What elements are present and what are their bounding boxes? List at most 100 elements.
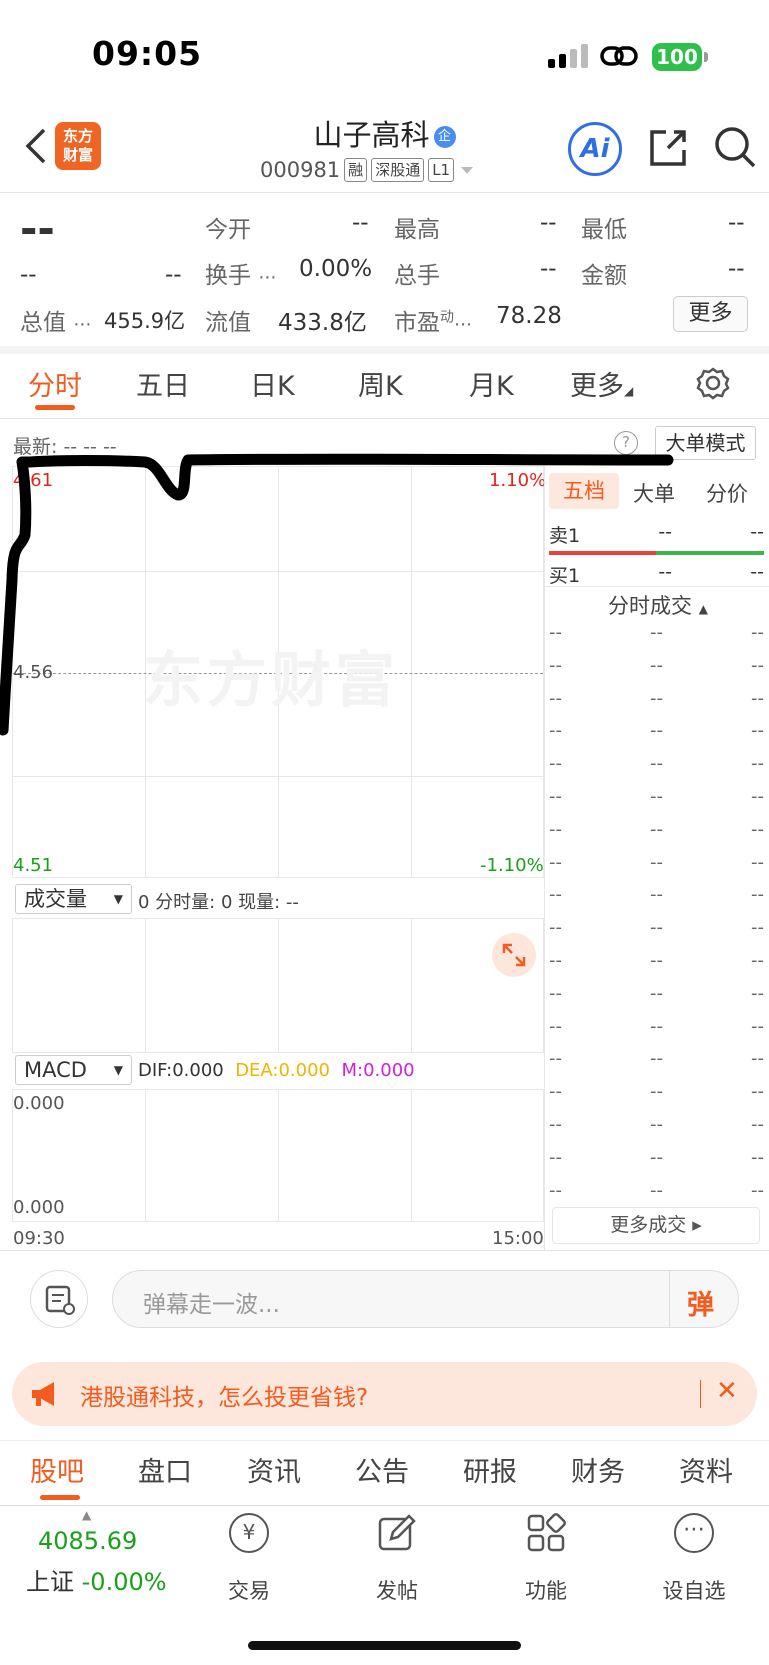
volume-selector[interactable]: 成交量 ▼ <box>15 884 132 914</box>
bottom-tab-underline <box>40 1495 80 1500</box>
caret-down-icon <box>461 167 474 174</box>
high-value: -- <box>540 210 557 236</box>
change-pct: -- <box>165 262 182 288</box>
macd-y-top: 0.000 <box>13 1093 65 1114</box>
index-row[interactable]: 上证 -0.00% <box>26 1562 167 1597</box>
features-icon[interactable] <box>526 1513 566 1553</box>
trade-row: -- -- -- <box>549 1179 764 1201</box>
tab-big-order[interactable]: 大单 <box>633 478 675 508</box>
trade-row: -- -- -- <box>549 687 764 709</box>
trade-row: -- -- -- <box>549 818 764 840</box>
trade-row: -- -- -- <box>549 654 764 676</box>
trade-row: -- -- -- <box>549 950 764 971</box>
danmaku-input[interactable]: 弹幕走一波... 弹 <box>112 1270 739 1328</box>
trade-row: -- -- -- <box>549 1146 764 1168</box>
stock-code: 000981 <box>260 158 341 182</box>
nav-add-watchlist[interactable]: 设自选 <box>644 1575 744 1605</box>
tag-connect: 深股通 <box>371 158 425 182</box>
settings-icon[interactable] <box>696 366 730 400</box>
pe-value: 78.28 <box>496 303 562 329</box>
tab-news[interactable]: 资讯 <box>247 1450 301 1489</box>
danmaku-send-button[interactable]: 弹 <box>687 1283 714 1322</box>
current-price: -- <box>20 204 55 253</box>
tab-forum[interactable]: 股吧 <box>30 1450 84 1489</box>
tag-level: L1 <box>428 158 455 182</box>
turnover-value: 0.00% <box>299 256 373 282</box>
more-quote-button[interactable]: 更多 <box>673 296 748 332</box>
tab-price-distribution[interactable]: 分价 <box>706 478 748 508</box>
volume-label: 总手 <box>394 263 440 289</box>
home-indicator <box>248 1641 521 1650</box>
tab-finance[interactable]: 财务 <box>571 1450 625 1489</box>
open-label: 今开 <box>205 217 251 243</box>
tab-weekly-k[interactable]: 周K <box>358 364 403 403</box>
low-value: -- <box>728 210 745 236</box>
amount-value: -- <box>728 256 745 282</box>
tab-monthly-k[interactable]: 月K <box>469 364 514 403</box>
trade-row: -- -- -- <box>549 982 764 1004</box>
index-value[interactable]: 4085.69 <box>38 1527 137 1555</box>
pct-bottom-label: -1.10% <box>480 855 544 876</box>
mcap-label: 总值 ⋯ <box>20 310 92 336</box>
signal-icon <box>548 44 588 68</box>
tab-five-day[interactable]: 五日 <box>136 364 190 403</box>
tab-handicap[interactable]: 盘口 <box>138 1450 192 1489</box>
mcap-value: 455.9亿 <box>104 309 186 333</box>
trade-row: -- -- -- <box>549 884 764 906</box>
macd-chart <box>12 1089 544 1222</box>
ai-button[interactable]: Ai <box>568 122 622 176</box>
tab-daily-k[interactable]: 日K <box>250 364 295 403</box>
pe-label: 市盈动⋯ <box>394 309 472 336</box>
trade-row: -- -- -- <box>549 851 764 873</box>
tab-order-book[interactable]: 五档 <box>549 473 619 509</box>
nav-features[interactable]: 功能 <box>506 1575 586 1605</box>
turnover-label: 换手 ⋯ <box>205 263 277 289</box>
amount-label: 金额 <box>581 263 627 289</box>
post-icon[interactable] <box>377 1513 417 1553</box>
watchlist-icon[interactable]: ⋯ <box>674 1513 714 1553</box>
buy1-row: 买1 -- -- <box>549 561 764 587</box>
trade-row: -- -- -- <box>549 1015 764 1037</box>
trade-icon[interactable]: ¥ <box>229 1513 269 1553</box>
tab-announcements[interactable]: 公告 <box>355 1450 409 1489</box>
trade-row: -- -- -- <box>549 786 764 807</box>
tab-more[interactable]: 更多◢ <box>570 364 633 403</box>
trade-row: -- -- -- <box>549 917 764 939</box>
macd-selector[interactable]: MACD ▼ <box>15 1055 132 1085</box>
more-trades-button[interactable]: 更多成交 ▸ <box>552 1207 760 1244</box>
trades-title[interactable]: 分时成交 ▲ <box>608 590 708 620</box>
sell-ratio-bar <box>549 551 656 555</box>
share-icon[interactable] <box>646 126 690 170</box>
promo-banner[interactable]: 港股通科技，怎么投更省钱? ✕ <box>12 1362 757 1426</box>
volume-chart <box>12 918 544 1053</box>
buy-ratio-bar <box>656 551 764 555</box>
trade-row: -- -- -- <box>549 720 764 742</box>
expand-icon[interactable] <box>492 933 536 977</box>
search-icon[interactable] <box>712 124 758 170</box>
tab-intraday[interactable]: 分时 <box>28 364 82 403</box>
trade-row: -- -- -- <box>549 622 764 643</box>
banner-close-icon[interactable]: ✕ <box>716 1376 738 1406</box>
float-value: 433.8亿 <box>278 310 367 336</box>
tab-underline <box>35 405 75 410</box>
trade-row: -- -- -- <box>549 1114 764 1135</box>
trade-row: -- -- -- <box>549 1081 764 1103</box>
open-value: -- <box>352 210 369 236</box>
danmaku-settings-icon[interactable] <box>30 1270 88 1328</box>
nav-trade[interactable]: 交易 <box>209 1575 289 1605</box>
stock-code-row[interactable]: 000981 融 深股通 L1 <box>260 158 476 182</box>
macd-y-bottom: 0.000 <box>13 1197 65 1218</box>
tag-margin: 融 <box>344 158 368 182</box>
megaphone-icon <box>32 1382 54 1406</box>
y-bottom-label: 4.51 <box>13 855 54 876</box>
trade-row: -- -- -- <box>549 753 764 775</box>
tab-profile[interactable]: 资料 <box>679 1450 733 1489</box>
tab-research[interactable]: 研报 <box>463 1450 517 1489</box>
trade-row: -- -- -- <box>549 1048 764 1070</box>
nav-post[interactable]: 发帖 <box>357 1575 437 1605</box>
sell1-row: 卖1 -- -- <box>549 521 764 547</box>
macd-values: DIF:0.000 DEA:0.000 M:0.000 <box>138 1060 415 1081</box>
battery-tip <box>704 52 708 62</box>
status-time: 09:05 <box>92 34 203 73</box>
low-label: 最低 <box>581 217 627 243</box>
